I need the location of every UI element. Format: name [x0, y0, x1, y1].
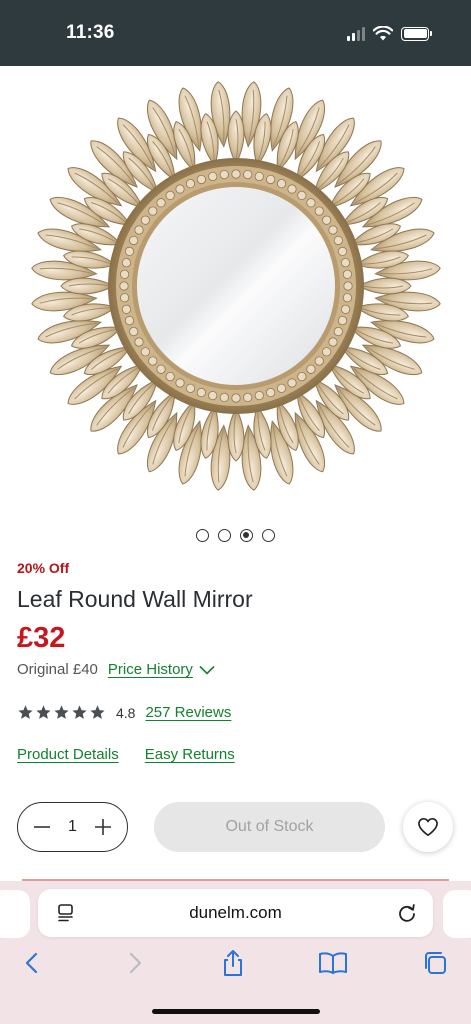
plus-icon[interactable] — [93, 817, 113, 837]
star-icon — [72, 705, 87, 719]
home-indicator — [152, 1009, 320, 1014]
url-text: dunelm.com — [189, 903, 282, 922]
browser-toolbar — [0, 948, 471, 982]
status-bar: 11:36 — [0, 0, 471, 66]
original-price-row: Original £40 Price History — [17, 661, 215, 678]
previous-tab-preview[interactable] — [0, 890, 30, 938]
product-image[interactable] — [0, 66, 471, 506]
discount-badge: 20% Off — [17, 560, 70, 576]
rating-row: 4.8 257 Reviews — [17, 704, 231, 721]
wifi-icon — [373, 26, 393, 41]
minus-icon[interactable] — [32, 817, 52, 837]
reload-icon[interactable] — [397, 902, 417, 924]
share-icon[interactable] — [218, 948, 248, 978]
product-details-link[interactable]: Product Details — [17, 746, 119, 763]
battery-icon — [401, 26, 432, 41]
star-icon — [36, 705, 51, 719]
heart-icon — [418, 818, 438, 836]
quantity-stepper: 1 — [17, 802, 128, 852]
carousel-dot[interactable] — [240, 529, 253, 542]
price-history-link[interactable]: Price History — [108, 661, 215, 678]
chevron-down-icon — [199, 665, 215, 675]
wishlist-button[interactable] — [403, 802, 453, 852]
status-icons — [347, 26, 432, 41]
carousel-dot[interactable] — [218, 529, 231, 542]
rating-value: 4.8 — [116, 704, 136, 721]
back-icon[interactable] — [17, 948, 47, 978]
product-price: £32 — [17, 622, 66, 654]
info-links: Product Details Easy Returns — [17, 746, 235, 763]
quantity-value: 1 — [68, 818, 77, 835]
carousel-dots — [0, 529, 471, 542]
signal-icon — [347, 26, 365, 41]
bookmarks-icon[interactable] — [318, 948, 348, 978]
star-icon — [90, 705, 105, 719]
tabs-icon[interactable] — [420, 948, 450, 978]
product-title: Leaf Round Wall Mirror — [17, 586, 253, 612]
rating-stars — [17, 704, 106, 721]
original-price: Original £40 — [17, 661, 98, 678]
address-bar[interactable]: dunelm.com — [38, 889, 433, 937]
next-tab-preview[interactable] — [443, 890, 471, 938]
reviews-link[interactable]: 257 Reviews — [145, 704, 231, 721]
carousel-dot[interactable] — [262, 529, 275, 542]
star-icon — [18, 705, 33, 719]
forward-icon[interactable] — [120, 948, 150, 978]
carousel-dot[interactable] — [196, 529, 209, 542]
out-of-stock-button[interactable]: Out of Stock — [154, 802, 385, 852]
easy-returns-link[interactable]: Easy Returns — [145, 746, 235, 763]
status-time: 11:36 — [66, 22, 115, 43]
leaf-mirror-image — [30, 81, 441, 491]
price-history-label: Price History — [107, 661, 193, 678]
star-icon — [54, 705, 69, 719]
